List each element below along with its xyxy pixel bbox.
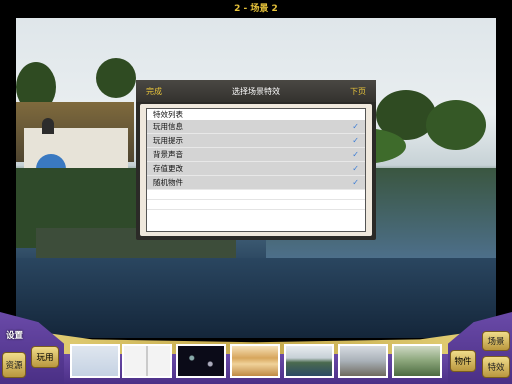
effect-item-label: 背景声音 (153, 150, 183, 159)
thumbnail-wooden-shelf[interactable] (230, 344, 280, 378)
empty-list-row (147, 200, 365, 210)
effect-item-play-info[interactable]: 玩用信息 ✓ (147, 120, 365, 134)
checkmark-icon: ✓ (352, 136, 359, 145)
play-label: 玩用 (36, 353, 54, 363)
empty-list-row (147, 190, 365, 200)
scenes-button[interactable]: 场景 (482, 331, 510, 351)
thumbnail-open-book[interactable] (122, 344, 172, 378)
settings-button[interactable]: 设置 (6, 329, 23, 341)
resources-button[interactable]: 资源 (2, 352, 26, 378)
effect-item-play-hint[interactable]: 玩用提示 ✓ (147, 134, 365, 148)
top-bar: 2 - 场景 2 (0, 0, 512, 18)
thumbnail-rural-street[interactable] (338, 344, 388, 378)
objects-button[interactable]: 物件 (450, 350, 476, 372)
effects-list-header: 特效列表 (153, 110, 183, 119)
scene-title: 2 - 场景 2 (234, 4, 278, 14)
effect-item-background-sound[interactable]: 背景声音 ✓ (147, 148, 365, 162)
scenes-label: 场景 (487, 337, 505, 347)
effects-button[interactable]: 特效 (482, 356, 510, 378)
effect-item-label: 随机物件 (153, 178, 183, 187)
play-button[interactable]: 玩用 (31, 346, 59, 368)
scene-effects-dialog: 完成 选择场景特效 下页 特效列表 玩用信息 ✓ 玩用提示 ✓ 背景声音 ✓ 存… (136, 80, 376, 240)
checkmark-icon: ✓ (352, 122, 359, 131)
checkmark-icon: ✓ (352, 150, 359, 159)
thumbnail-blank-scene[interactable] (70, 344, 120, 378)
effect-item-value-change[interactable]: 存值更改 ✓ (147, 162, 365, 176)
dialog-body: 特效列表 玩用信息 ✓ 玩用提示 ✓ 背景声音 ✓ 存值更改 ✓ 随机物件 ✓ (140, 104, 372, 236)
objects-label: 物件 (454, 357, 472, 367)
effect-item-label: 玩用信息 (153, 122, 183, 131)
effects-list[interactable]: 特效列表 玩用信息 ✓ 玩用提示 ✓ 背景声音 ✓ 存值更改 ✓ 随机物件 ✓ (146, 108, 366, 232)
effect-item-label: 玩用提示 (153, 136, 183, 145)
done-button[interactable]: 完成 (146, 86, 162, 97)
checkmark-icon: ✓ (352, 178, 359, 187)
effect-item-label: 存值更改 (153, 164, 183, 173)
dialog-header: 完成 选择场景特效 下页 (136, 80, 376, 102)
next-page-button[interactable]: 下页 (350, 86, 366, 97)
thumbnail-village-lake[interactable] (284, 344, 334, 378)
effects-label: 特效 (487, 363, 505, 373)
thumbnail-green-landscape[interactable] (392, 344, 442, 378)
checkmark-icon: ✓ (352, 164, 359, 173)
dialog-title: 选择场景特效 (232, 87, 280, 96)
thumbnail-starry-space[interactable] (176, 344, 226, 378)
effect-item-random-object[interactable]: 随机物件 ✓ (147, 176, 365, 190)
resources-label: 资源 (5, 361, 23, 371)
